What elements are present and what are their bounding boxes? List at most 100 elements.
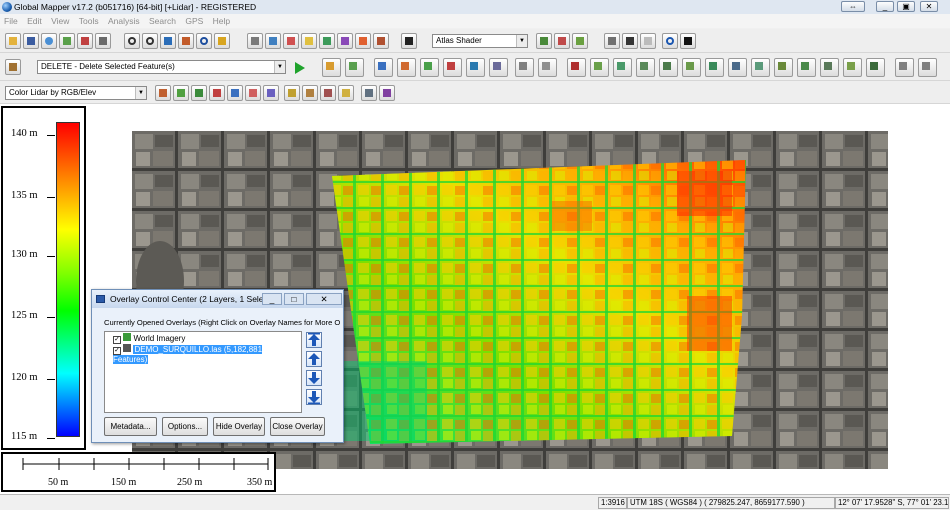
- globe-data-icon[interactable]: [41, 33, 57, 49]
- lidar-ground-icon[interactable]: [155, 85, 171, 101]
- percent-icon[interactable]: [572, 33, 588, 49]
- grid-icon[interactable]: [214, 33, 230, 49]
- path-profile-icon[interactable]: [265, 33, 281, 49]
- smooth-icon[interactable]: [515, 58, 534, 77]
- menu-file[interactable]: File: [4, 16, 18, 26]
- layout-icon[interactable]: [622, 33, 638, 49]
- lidar-grid-icon[interactable]: [379, 85, 395, 101]
- brush-icon[interactable]: [866, 58, 885, 77]
- create-point-icon[interactable]: [374, 58, 393, 77]
- lidar-filter-icon[interactable]: [338, 85, 354, 101]
- view-shed-icon[interactable]: [283, 33, 299, 49]
- move-down-arrow-icon[interactable]: [306, 370, 322, 386]
- snap-icon[interactable]: [659, 58, 678, 77]
- lidar-low-veg-icon[interactable]: [173, 85, 189, 101]
- maximize-button[interactable]: ▣: [897, 1, 915, 12]
- lidar-water-icon[interactable]: [227, 85, 243, 101]
- lidar-color-select[interactable]: Color Lidar by RGB/Elev ▼: [5, 86, 147, 100]
- options-button[interactable]: Options...: [162, 417, 208, 436]
- overlay-checkbox[interactable]: ✓: [113, 347, 121, 355]
- crop-icon[interactable]: [567, 58, 586, 77]
- overlay-checkbox[interactable]: ✓: [113, 336, 121, 344]
- edit-vertex-icon[interactable]: [397, 58, 416, 77]
- minimize-button[interactable]: _: [876, 1, 894, 12]
- overlay-list[interactable]: ✓ World Imagery ✓ DEMO_SURQUILLO.las (5,…: [104, 331, 302, 413]
- buffer-icon[interactable]: [590, 58, 609, 77]
- metadata-button[interactable]: Metadata...: [104, 417, 157, 436]
- dialog-minimize-button[interactable]: _: [262, 293, 282, 305]
- zoom-in-icon[interactable]: [124, 33, 140, 49]
- dynamic-icon[interactable]: [640, 33, 656, 49]
- dialog-titlebar[interactable]: Overlay Control Center (2 Layers, 1 Sele…: [92, 290, 343, 308]
- menu-analysis[interactable]: Analysis: [108, 16, 140, 26]
- image-swipe-icon[interactable]: [319, 33, 335, 49]
- refresh-icon[interactable]: [196, 33, 212, 49]
- overlay-control-icon[interactable]: [59, 33, 75, 49]
- close-button[interactable]: ✕: [920, 1, 938, 12]
- create-line-icon[interactable]: [345, 58, 364, 77]
- filter-icon[interactable]: [373, 33, 389, 49]
- feature-style-icon[interactable]: [843, 58, 862, 77]
- 3d-points-icon[interactable]: [554, 33, 570, 49]
- north-arrow-icon[interactable]: [680, 33, 696, 49]
- rotate-icon[interactable]: [489, 58, 508, 77]
- clip-icon[interactable]: [728, 58, 747, 77]
- move-top-arrow-icon[interactable]: [306, 332, 322, 348]
- restore-toolbar-button[interactable]: ⇔: [841, 1, 865, 12]
- binoculars-icon[interactable]: [401, 33, 417, 49]
- intersect-icon[interactable]: [682, 58, 701, 77]
- overlay-row[interactable]: ✓ DEMO_SURQUILLO.las (5,182,881 Features…: [113, 344, 299, 364]
- lidar-powerline-icon[interactable]: [245, 85, 261, 101]
- fill-icon[interactable]: [774, 58, 793, 77]
- menu-edit[interactable]: Edit: [27, 16, 42, 26]
- 3d-view-icon[interactable]: [301, 33, 317, 49]
- menu-view[interactable]: View: [51, 16, 69, 26]
- lidar-unclassified-icon[interactable]: [263, 85, 279, 101]
- menu-search[interactable]: Search: [149, 16, 176, 26]
- move-up-arrow-icon[interactable]: [306, 351, 322, 367]
- measure-icon[interactable]: [247, 33, 263, 49]
- offset-icon[interactable]: [797, 58, 816, 77]
- zoom-out-icon[interactable]: [142, 33, 158, 49]
- lidar-building-icon[interactable]: [209, 85, 225, 101]
- dialog-maximize-button[interactable]: □: [284, 293, 304, 305]
- shader-select[interactable]: Atlas Shader ▼: [432, 34, 528, 48]
- close-overlay-button[interactable]: Close Overlay: [270, 417, 325, 436]
- split-icon[interactable]: [443, 58, 462, 77]
- draw-line-icon[interactable]: [895, 58, 914, 77]
- menu-gps[interactable]: GPS: [185, 16, 203, 26]
- config-icon[interactable]: [77, 33, 93, 49]
- overlay-row[interactable]: ✓ World Imagery: [113, 333, 299, 344]
- move-bottom-arrow-icon[interactable]: [306, 389, 322, 405]
- vertical-exag-icon[interactable]: [604, 33, 620, 49]
- reshape-icon[interactable]: [636, 58, 655, 77]
- union-icon[interactable]: [705, 58, 724, 77]
- lidar-high-veg-icon[interactable]: [191, 85, 207, 101]
- shader-options-icon[interactable]: [536, 33, 552, 49]
- tools-icon[interactable]: [95, 33, 111, 49]
- hole-icon[interactable]: [751, 58, 770, 77]
- dialog-close-button[interactable]: ✕: [306, 293, 342, 305]
- gps-target-icon[interactable]: [662, 33, 678, 49]
- lidar-profile-icon[interactable]: [361, 85, 377, 101]
- draw-angle-icon[interactable]: [918, 58, 937, 77]
- contrast-icon[interactable]: [337, 33, 353, 49]
- lidar-auto-class-icon[interactable]: [302, 85, 318, 101]
- move-feature-icon[interactable]: [420, 58, 439, 77]
- digitizer-mode-select[interactable]: DELETE - Delete Selected Feature(s) ▼: [37, 60, 286, 74]
- zoom-extent-icon[interactable]: [160, 33, 176, 49]
- trace-icon[interactable]: [538, 58, 557, 77]
- home-icon[interactable]: [178, 33, 194, 49]
- digitizer-icon[interactable]: [5, 59, 21, 75]
- save-icon[interactable]: [23, 33, 39, 49]
- polygon-tool-icon[interactable]: [613, 58, 632, 77]
- area-merge-icon[interactable]: [820, 58, 839, 77]
- open-folder-icon[interactable]: [5, 33, 21, 49]
- menu-tools[interactable]: Tools: [79, 16, 99, 26]
- combine-icon[interactable]: [466, 58, 485, 77]
- pencil-icon[interactable]: [355, 33, 371, 49]
- menu-help[interactable]: Help: [213, 16, 230, 26]
- play-icon[interactable]: [292, 59, 308, 75]
- lidar-noise-icon[interactable]: [320, 85, 336, 101]
- lidar-classify-icon[interactable]: [284, 85, 300, 101]
